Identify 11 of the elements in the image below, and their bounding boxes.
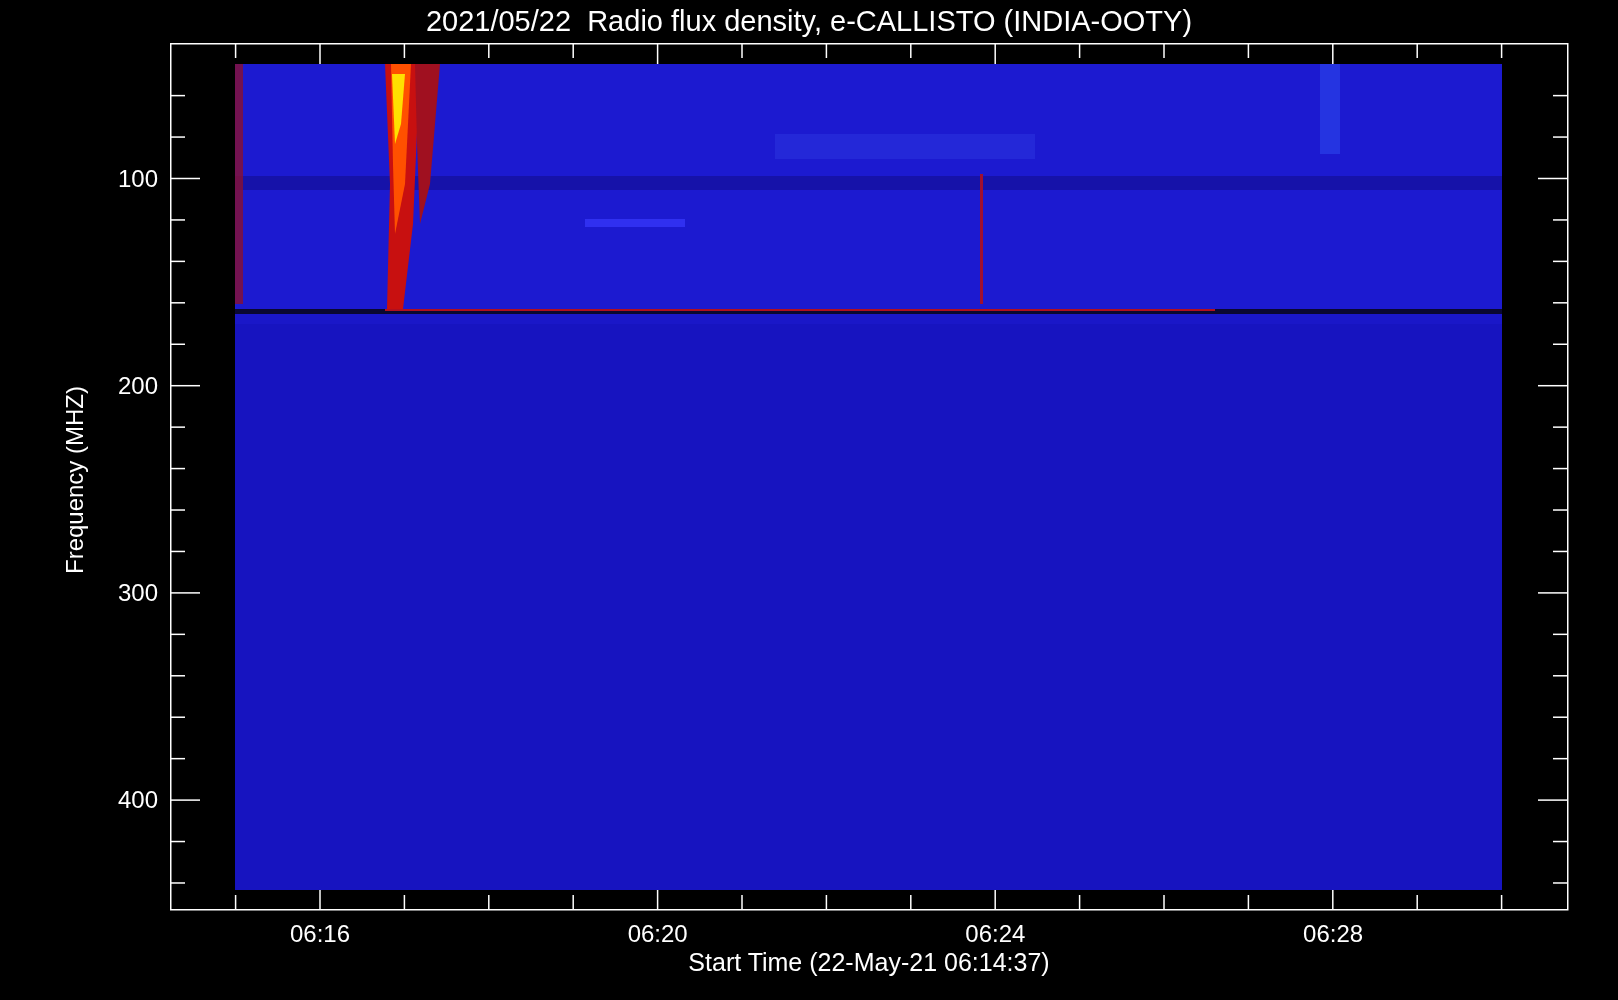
- y-tick-label: 300: [116, 580, 158, 605]
- x-tick-label: 06:20: [626, 922, 689, 946]
- x-axis-label: Start Time (22-May-21 06:14:37): [688, 950, 1050, 975]
- y-axis-label: Frequency (MHZ): [63, 386, 87, 574]
- y-tick-label: 400: [116, 788, 158, 813]
- y-tick-label: 200: [116, 373, 158, 398]
- chart-title: 2021/05/22 Radio flux density, e-CALLISTO (INDIA-OOTY): [425, 7, 1193, 36]
- x-tick-label: 06:16: [288, 922, 352, 946]
- x-tick-label: 06:28: [1302, 922, 1365, 946]
- x-tick-label: 06:24: [964, 922, 1027, 946]
- y-tick-label: 100: [116, 166, 158, 191]
